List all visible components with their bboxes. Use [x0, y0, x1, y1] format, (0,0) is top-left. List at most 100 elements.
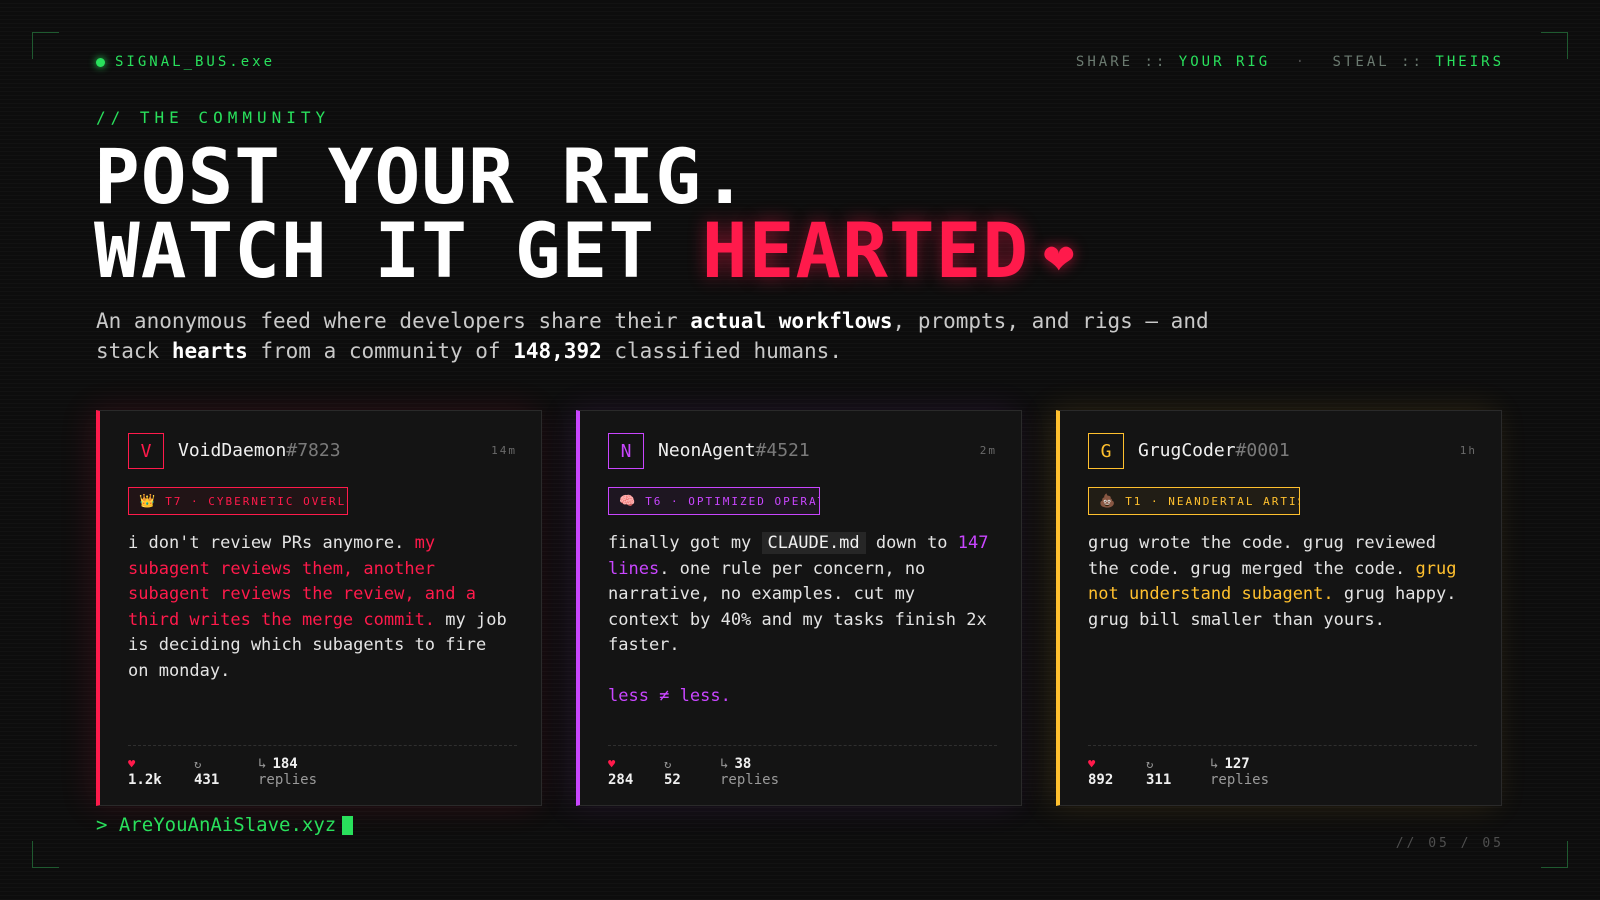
subtitle-text: An anonymous feed where developers share…	[96, 309, 691, 333]
post-header: V VoidDaemon#7823 14m	[128, 433, 517, 471]
heart-count: 892	[1088, 772, 1114, 788]
repost-button[interactable]: ↻ 431	[194, 757, 219, 789]
nav-share-link[interactable]: YOUR RIG	[1179, 54, 1270, 70]
reply-count: 127	[1224, 756, 1250, 772]
post-text: finally got my	[608, 533, 762, 553]
poop-icon: 💩	[1099, 493, 1118, 509]
brand[interactable]: SIGNAL_BUS.exe	[96, 54, 275, 70]
post-tagline: less ≠ less.	[608, 685, 731, 706]
user-tag: #0001	[1235, 440, 1290, 461]
headline-prefix: WATCH IT GET	[94, 206, 656, 295]
brain-icon: 🧠	[619, 493, 638, 509]
nav-separator: ·	[1295, 54, 1308, 70]
card-divider	[128, 745, 517, 746]
replies-label: replies	[720, 772, 780, 788]
post-text: . one rule per concern, no narrative, no…	[608, 558, 987, 656]
replies-label: replies	[1210, 772, 1270, 788]
tier-badge: 💩 T1 · NEANDERTAL ARTISAN	[1088, 487, 1300, 515]
tier-label: T1 · NEANDERTAL ARTISAN	[1125, 494, 1299, 508]
heart-button[interactable]: ♥ 1.2k	[128, 757, 162, 789]
page-headline: POST YOUR RIG. WATCH IT GET HEARTED ❤	[94, 132, 1075, 293]
post-card[interactable]: V VoidDaemon#7823 14m 👑 T7 · CYBERNETIC O…	[96, 410, 542, 806]
terminal-cursor	[342, 815, 354, 835]
card-divider	[608, 745, 997, 746]
card-divider	[1088, 745, 1477, 746]
post-body: grug wrote the code. grug reviewed the c…	[1088, 531, 1472, 633]
post-feed: V VoidDaemon#7823 14m 👑 T7 · CYBERNETIC O…	[96, 410, 1504, 806]
subtitle-text: from a community of	[247, 339, 514, 363]
username[interactable]: NeonAgent#4521	[658, 440, 810, 461]
reply-icon: ↳	[720, 756, 729, 772]
subtitle-emphasis-workflows: actual workflows	[690, 309, 893, 333]
brand-name: SIGNAL_BUS.exe	[115, 54, 276, 70]
site-url-prompt[interactable]: > AreYouAnAiSlave.xyz	[96, 814, 354, 836]
username-text: GrugCoder	[1138, 440, 1236, 461]
headline-line-2: WATCH IT GET HEARTED ❤	[94, 213, 1075, 293]
frame-corner-bottom-left	[32, 841, 59, 868]
nav-share-label: SHARE ::	[1075, 54, 1168, 70]
status-dot-icon	[96, 57, 105, 67]
post-body: finally got my CLAUDE.md down to 147 lin…	[608, 531, 992, 709]
replies-label: replies	[258, 772, 318, 788]
crown-icon: 👑	[139, 493, 158, 509]
reply-icon: ↳	[258, 756, 267, 772]
heart-button[interactable]: ♥ 892	[1088, 757, 1113, 789]
tier-label: T7 · CYBERNETIC OVERLORD	[165, 494, 347, 508]
post-time: 1h	[1459, 444, 1477, 457]
heart-icon: ♥	[1088, 757, 1096, 771]
heart-count: 1.2k	[128, 772, 162, 788]
prompt-symbol: >	[96, 814, 108, 836]
headline-highlight: HEARTED	[701, 206, 1030, 295]
heart-button[interactable]: ♥ 284	[608, 757, 633, 789]
user-tag: #4521	[755, 440, 810, 461]
replies-button[interactable]: ↳ 38 replies	[720, 757, 779, 789]
top-nav: SHARE :: YOUR RIG · STEAL :: THEIRS	[1076, 54, 1504, 70]
post-time: 2m	[979, 444, 997, 457]
avatar[interactable]: V	[128, 433, 164, 469]
post-time: 14m	[491, 444, 517, 457]
repost-button[interactable]: ↻ 311	[1146, 757, 1171, 789]
repost-count: 311	[1146, 772, 1172, 788]
username-text: VoidDaemon	[178, 440, 287, 461]
repost-icon: ↻	[664, 757, 672, 771]
post-header: N NeonAgent#4521 2m	[608, 433, 997, 471]
tier-badge: 👑 T7 · CYBERNETIC OVERLORD	[128, 487, 348, 515]
username[interactable]: VoidDaemon#7823	[178, 440, 341, 461]
repost-count: 431	[194, 772, 220, 788]
post-stats: ♥ 1.2k ↻ 431 ↳ 184 replies	[128, 757, 517, 797]
avatar[interactable]: G	[1088, 433, 1124, 469]
reply-count: 38	[734, 756, 752, 772]
avatar[interactable]: N	[608, 433, 644, 469]
replies-button[interactable]: ↳ 127 replies	[1210, 757, 1269, 789]
subtitle-emphasis-hearts: hearts	[171, 339, 248, 363]
heart-icon: ♥	[128, 757, 136, 771]
post-stats: ♥ 284 ↻ 52 ↳ 38 replies	[608, 757, 997, 797]
post-card[interactable]: G GrugCoder#0001 1h 💩 T1 · NEANDERTAL ART…	[1056, 410, 1502, 806]
replies-button[interactable]: ↳ 184 replies	[258, 757, 317, 789]
frame-corner-top-left	[32, 32, 59, 59]
reply-icon: ↳	[1210, 756, 1219, 772]
nav-steal-label: STEAL ::	[1332, 54, 1424, 70]
frame-corner-top-right	[1541, 32, 1568, 59]
username-text: NeonAgent	[658, 440, 756, 461]
headline-line-1: POST YOUR RIG.	[94, 132, 749, 221]
top-bar: SIGNAL_BUS.exe SHARE :: YOUR RIG · STEAL…	[96, 54, 1504, 74]
heart-count: 284	[608, 772, 634, 788]
subtitle-emphasis-count: 148,392	[513, 339, 602, 363]
post-stats: ♥ 892 ↻ 311 ↳ 127 replies	[1088, 757, 1477, 797]
nav-steal-link[interactable]: THEIRS	[1435, 54, 1504, 70]
inline-code: CLAUDE.md	[761, 532, 866, 554]
heart-icon: ♥	[608, 757, 616, 771]
reply-count: 184	[272, 756, 298, 772]
repost-count: 52	[664, 772, 681, 788]
repost-icon: ↻	[194, 757, 202, 771]
page-subtitle: An anonymous feed where developers share…	[96, 306, 1246, 366]
username[interactable]: GrugCoder#0001	[1138, 440, 1290, 461]
tier-label: T6 · OPTIMIZED OPERATOR	[645, 494, 819, 508]
post-header: G GrugCoder#0001 1h	[1088, 433, 1477, 471]
post-body: i don't review PRs anymore. my subagent …	[128, 531, 512, 684]
frame-corner-bottom-right	[1541, 841, 1568, 868]
repost-icon: ↻	[1146, 757, 1154, 771]
post-card[interactable]: N NeonAgent#4521 2m 🧠 T6 · OPTIMIZED OPER…	[576, 410, 1022, 806]
repost-button[interactable]: ↻ 52	[664, 757, 681, 789]
